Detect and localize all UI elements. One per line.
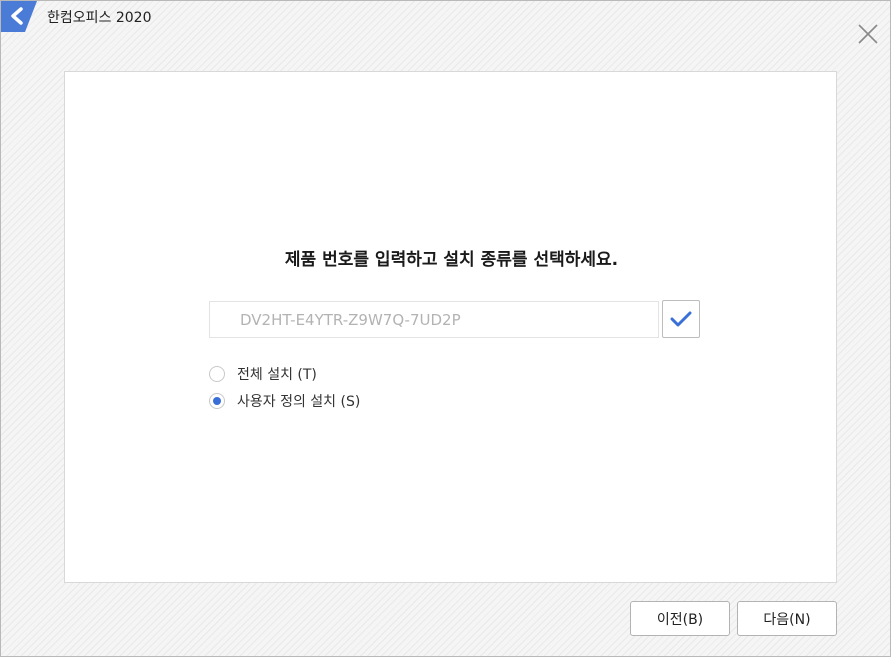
window-title: 한컴오피스 2020 xyxy=(47,10,152,26)
radio-button[interactable] xyxy=(209,393,225,409)
hancom-logo-icon xyxy=(1,1,37,32)
verify-key-button[interactable] xyxy=(662,300,700,338)
setup-panel: 제품 번호를 입력하고 설치 종류를 선택하세요. 전체 설치 (T) 사용자 … xyxy=(64,71,837,583)
close-button[interactable] xyxy=(854,20,882,48)
check-icon xyxy=(670,311,692,327)
product-key-input[interactable] xyxy=(209,301,659,338)
install-option-label: 사용자 정의 설치 (S) xyxy=(237,394,361,410)
radio-button[interactable] xyxy=(209,366,225,382)
next-button[interactable]: 다음(N) xyxy=(737,601,837,636)
install-option-custom[interactable]: 사용자 정의 설치 (S) xyxy=(209,391,360,411)
installer-window: 한컴오피스 2020 제품 번호를 입력하고 설치 종류를 선택하세요. 전체 … xyxy=(0,0,891,657)
install-option-label: 전체 설치 (T) xyxy=(237,367,317,383)
close-icon[interactable] xyxy=(854,20,882,48)
install-option-full[interactable]: 전체 설치 (T) xyxy=(209,364,317,384)
page-heading: 제품 번호를 입력하고 설치 종류를 선택하세요. xyxy=(284,250,619,270)
prev-button[interactable]: 이전(B) xyxy=(630,601,730,636)
